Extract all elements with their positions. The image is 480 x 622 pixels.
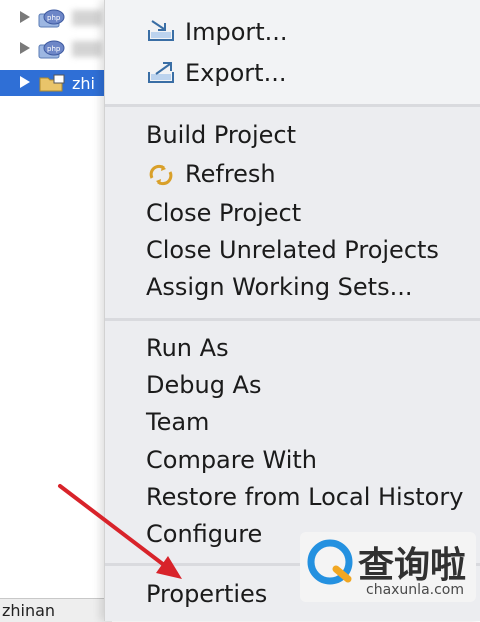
export-icon bbox=[148, 62, 174, 83]
blurred-label bbox=[72, 10, 102, 26]
menu-separator bbox=[105, 104, 480, 107]
menu-item-restore-from-local-history[interactable]: Restore from Local History bbox=[146, 482, 463, 512]
watermark-brand: 查询啦 bbox=[358, 545, 467, 586]
tree-row-project-2[interactable]: php bbox=[0, 36, 112, 62]
menu-item-import[interactable]: Import... bbox=[185, 17, 288, 47]
svg-text:php: php bbox=[47, 45, 61, 53]
menu-item-close-unrelated-projects[interactable]: Close Unrelated Projects bbox=[146, 235, 439, 265]
svg-text:php: php bbox=[47, 14, 61, 22]
expand-arrow-icon[interactable] bbox=[20, 76, 30, 88]
menu-item-configure[interactable]: Configure bbox=[146, 519, 262, 549]
context-menu: Import... Export... Build Project Refres… bbox=[104, 0, 480, 621]
project-explorer-tree: php php zhi zhinan bbox=[0, 0, 112, 622]
menu-item-refresh[interactable]: Refresh bbox=[185, 159, 276, 189]
menu-item-properties[interactable]: Properties bbox=[146, 579, 267, 609]
refresh-icon bbox=[149, 164, 173, 186]
bottom-tab-bar: zhinan bbox=[0, 598, 112, 622]
search-logo-icon bbox=[307, 539, 353, 585]
php-project-icon: php bbox=[38, 40, 65, 59]
menu-item-run-as[interactable]: Run As bbox=[146, 333, 229, 363]
menu-item-compare-with[interactable]: Compare With bbox=[146, 445, 317, 475]
tree-row-project-1[interactable]: php bbox=[0, 5, 112, 31]
menu-item-build-project[interactable]: Build Project bbox=[146, 120, 296, 150]
tree-row-project-selected[interactable]: zhi bbox=[0, 70, 112, 96]
expand-arrow-icon[interactable] bbox=[20, 42, 30, 54]
watermark: 查询啦 chaxunla.com bbox=[300, 532, 476, 602]
menu-item-assign-working-sets[interactable]: Assign Working Sets... bbox=[146, 272, 412, 302]
folder-project-icon bbox=[39, 74, 65, 92]
import-icon bbox=[148, 20, 174, 41]
menu-item-close-project[interactable]: Close Project bbox=[146, 198, 301, 228]
watermark-url: chaxunla.com bbox=[366, 582, 464, 598]
menu-item-debug-as[interactable]: Debug As bbox=[146, 370, 261, 400]
menu-item-export[interactable]: Export... bbox=[185, 58, 286, 88]
menu-section-import-export bbox=[105, 0, 480, 104]
blurred-label bbox=[72, 41, 102, 57]
php-project-icon: php bbox=[38, 9, 65, 28]
bottom-tab-label[interactable]: zhinan bbox=[2, 601, 55, 620]
expand-arrow-icon[interactable] bbox=[20, 11, 30, 23]
menu-separator bbox=[105, 318, 480, 321]
selected-project-label: zhi bbox=[72, 74, 95, 93]
menu-item-team[interactable]: Team bbox=[146, 407, 209, 437]
